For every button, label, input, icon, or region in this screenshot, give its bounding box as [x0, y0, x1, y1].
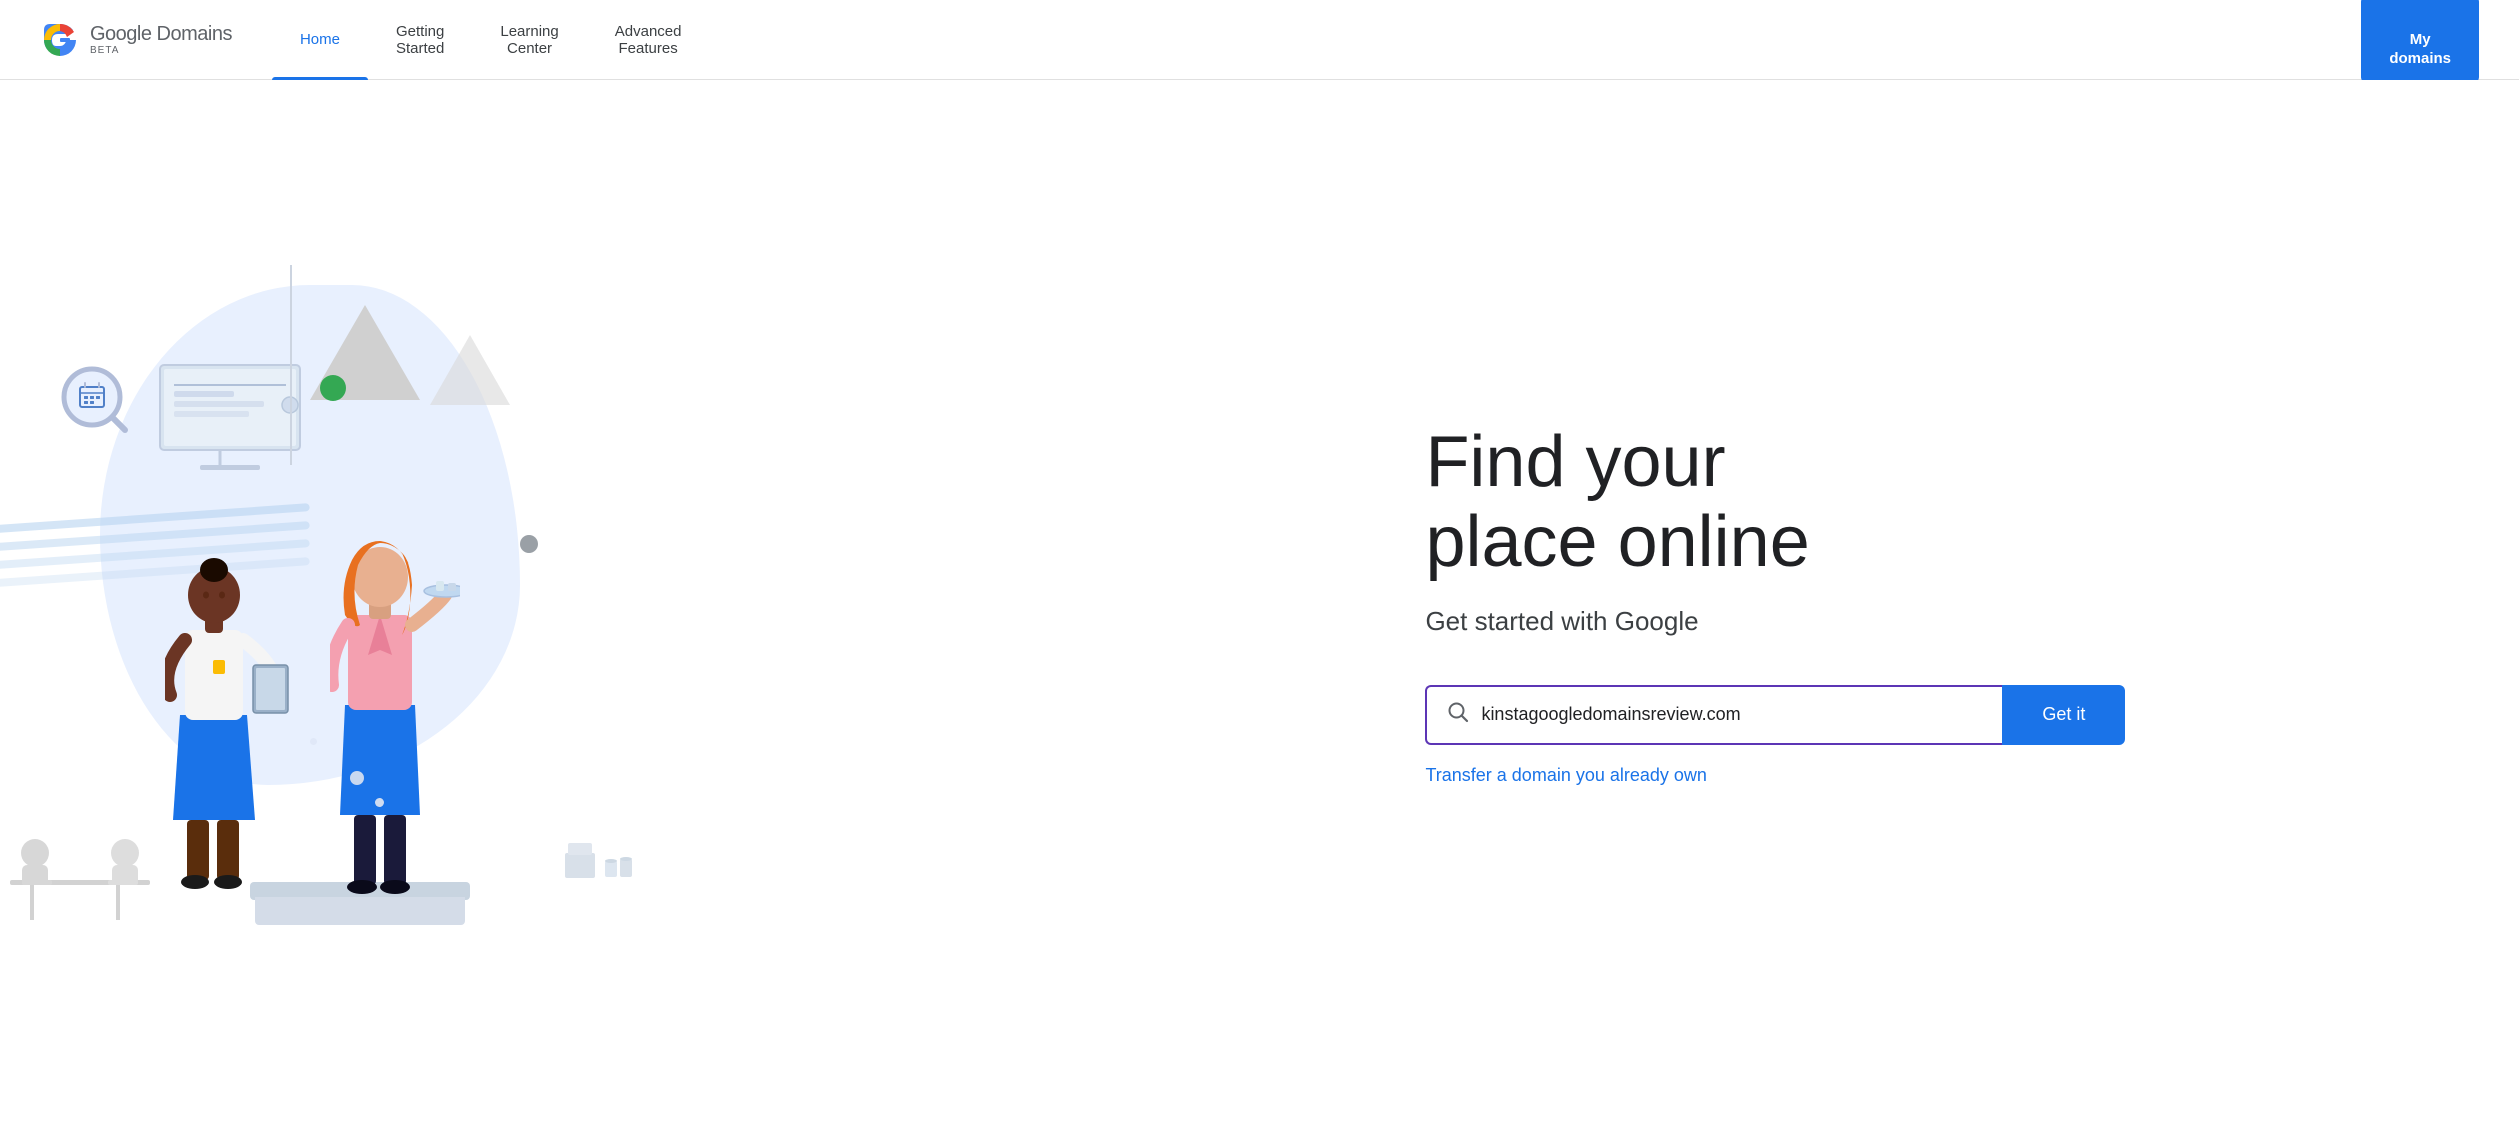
- main-content: Find your place online Get started with …: [0, 80, 2519, 1129]
- nav-item-getting-started[interactable]: Getting Started: [368, 0, 472, 80]
- transfer-domain-link[interactable]: Transfer a domain you already own: [1425, 765, 1706, 785]
- nav-item-advanced-features[interactable]: Advanced Features: [587, 0, 710, 80]
- get-it-button[interactable]: Get it: [2002, 685, 2125, 745]
- green-dot: [320, 375, 346, 401]
- deco-circle-2: [375, 798, 384, 807]
- logo-text: Google Domains BETA: [90, 24, 232, 56]
- monitor-icon: [150, 355, 330, 475]
- deco-circle-3: [310, 738, 317, 745]
- logo-beta: BETA: [90, 46, 232, 56]
- magnifier-icon: [50, 355, 150, 455]
- counter-items: [560, 823, 640, 883]
- person-1: [165, 540, 295, 900]
- domain-search-input[interactable]: [1481, 704, 1982, 725]
- nav-item-home[interactable]: Home: [272, 0, 368, 80]
- hero-subheadline: Get started with Google: [1425, 606, 2459, 637]
- hero-illustration: [0, 255, 1385, 955]
- hero-headline: Find your place online: [1425, 423, 2459, 581]
- gray-dot: [520, 535, 538, 553]
- google-logo-icon: [40, 20, 80, 60]
- search-box: [1425, 685, 2002, 745]
- person-2: [330, 525, 460, 905]
- hero-content: Find your place online Get started with …: [1385, 363, 2519, 845]
- triangle-2: [430, 335, 510, 405]
- header: Google Domains BETA Home Getting Started…: [0, 0, 2519, 80]
- my-domains-button[interactable]: My domains: [2361, 0, 2479, 83]
- search-row: Get it: [1425, 685, 2125, 745]
- search-icon: [1447, 701, 1469, 729]
- deco-circle-1: [350, 771, 364, 785]
- nav-item-learning-center[interactable]: Learning Center: [472, 0, 586, 80]
- vert-line: [290, 265, 292, 465]
- logo-area: Google Domains BETA: [40, 20, 232, 60]
- main-nav: Home Getting Started Learning Center Adv…: [272, 0, 2361, 80]
- logo-name: Google Domains: [90, 24, 232, 44]
